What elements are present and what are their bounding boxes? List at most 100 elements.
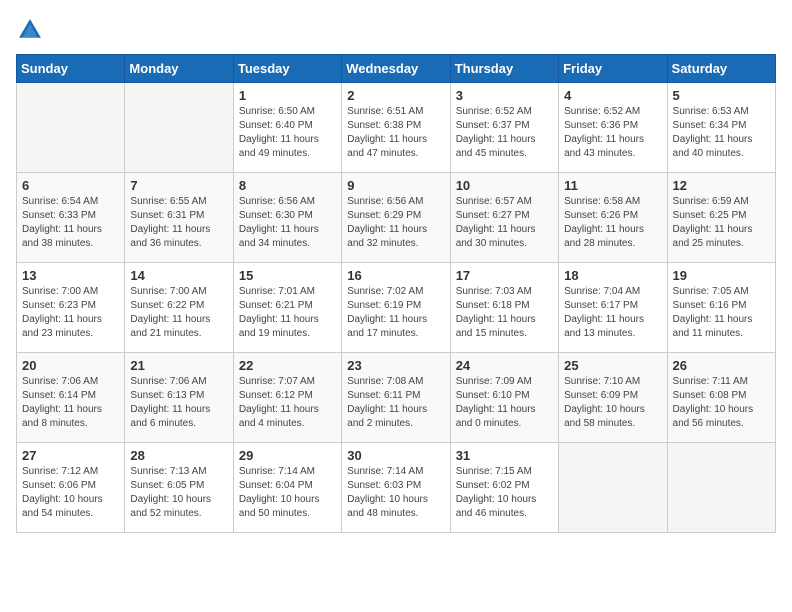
- day-number: 30: [347, 448, 444, 463]
- day-number: 27: [22, 448, 119, 463]
- calendar-cell: 2 Sunrise: 6:51 AMSunset: 6:38 PMDayligh…: [342, 83, 450, 173]
- weekday-header-friday: Friday: [559, 55, 667, 83]
- day-number: 1: [239, 88, 336, 103]
- day-number: 12: [673, 178, 770, 193]
- weekday-header-row: SundayMondayTuesdayWednesdayThursdayFrid…: [17, 55, 776, 83]
- calendar-cell: 30 Sunrise: 7:14 AMSunset: 6:03 PMDaylig…: [342, 443, 450, 533]
- day-number: 15: [239, 268, 336, 283]
- weekday-header-saturday: Saturday: [667, 55, 775, 83]
- weekday-header-monday: Monday: [125, 55, 233, 83]
- day-info: Sunrise: 6:51 AMSunset: 6:38 PMDaylight:…: [347, 105, 444, 161]
- week-row-5: 27 Sunrise: 7:12 AMSunset: 6:06 PMDaylig…: [17, 443, 776, 533]
- calendar-cell: 15 Sunrise: 7:01 AMSunset: 6:21 PMDaylig…: [233, 263, 341, 353]
- day-number: 13: [22, 268, 119, 283]
- day-number: 16: [347, 268, 444, 283]
- day-info: Sunrise: 6:56 AMSunset: 6:29 PMDaylight:…: [347, 195, 444, 251]
- day-info: Sunrise: 7:09 AMSunset: 6:10 PMDaylight:…: [456, 375, 553, 431]
- calendar-cell: 7 Sunrise: 6:55 AMSunset: 6:31 PMDayligh…: [125, 173, 233, 263]
- day-info: Sunrise: 7:15 AMSunset: 6:02 PMDaylight:…: [456, 465, 553, 521]
- day-number: 14: [130, 268, 227, 283]
- calendar-cell: 6 Sunrise: 6:54 AMSunset: 6:33 PMDayligh…: [17, 173, 125, 263]
- day-number: 31: [456, 448, 553, 463]
- calendar-cell: 21 Sunrise: 7:06 AMSunset: 6:13 PMDaylig…: [125, 353, 233, 443]
- page-header: [16, 16, 776, 44]
- weekday-header-sunday: Sunday: [17, 55, 125, 83]
- day-info: Sunrise: 7:06 AMSunset: 6:13 PMDaylight:…: [130, 375, 227, 431]
- day-info: Sunrise: 6:55 AMSunset: 6:31 PMDaylight:…: [130, 195, 227, 251]
- calendar-cell: 28 Sunrise: 7:13 AMSunset: 6:05 PMDaylig…: [125, 443, 233, 533]
- day-number: 7: [130, 178, 227, 193]
- day-info: Sunrise: 7:06 AMSunset: 6:14 PMDaylight:…: [22, 375, 119, 431]
- calendar-cell: 25 Sunrise: 7:10 AMSunset: 6:09 PMDaylig…: [559, 353, 667, 443]
- logo-icon: [16, 16, 44, 44]
- day-info: Sunrise: 6:57 AMSunset: 6:27 PMDaylight:…: [456, 195, 553, 251]
- day-number: 2: [347, 88, 444, 103]
- calendar-cell: [559, 443, 667, 533]
- day-info: Sunrise: 7:12 AMSunset: 6:06 PMDaylight:…: [22, 465, 119, 521]
- calendar-table: SundayMondayTuesdayWednesdayThursdayFrid…: [16, 54, 776, 533]
- calendar-cell: 14 Sunrise: 7:00 AMSunset: 6:22 PMDaylig…: [125, 263, 233, 353]
- calendar-cell: 1 Sunrise: 6:50 AMSunset: 6:40 PMDayligh…: [233, 83, 341, 173]
- calendar-cell: 19 Sunrise: 7:05 AMSunset: 6:16 PMDaylig…: [667, 263, 775, 353]
- calendar-cell: 27 Sunrise: 7:12 AMSunset: 6:06 PMDaylig…: [17, 443, 125, 533]
- day-number: 22: [239, 358, 336, 373]
- calendar-cell: [17, 83, 125, 173]
- calendar-cell: 4 Sunrise: 6:52 AMSunset: 6:36 PMDayligh…: [559, 83, 667, 173]
- day-number: 8: [239, 178, 336, 193]
- calendar-cell: 11 Sunrise: 6:58 AMSunset: 6:26 PMDaylig…: [559, 173, 667, 263]
- day-info: Sunrise: 6:53 AMSunset: 6:34 PMDaylight:…: [673, 105, 770, 161]
- day-info: Sunrise: 7:14 AMSunset: 6:03 PMDaylight:…: [347, 465, 444, 521]
- day-number: 4: [564, 88, 661, 103]
- calendar-cell: 13 Sunrise: 7:00 AMSunset: 6:23 PMDaylig…: [17, 263, 125, 353]
- calendar-cell: 26 Sunrise: 7:11 AMSunset: 6:08 PMDaylig…: [667, 353, 775, 443]
- day-number: 3: [456, 88, 553, 103]
- calendar-cell: 3 Sunrise: 6:52 AMSunset: 6:37 PMDayligh…: [450, 83, 558, 173]
- day-info: Sunrise: 7:13 AMSunset: 6:05 PMDaylight:…: [130, 465, 227, 521]
- day-info: Sunrise: 7:00 AMSunset: 6:22 PMDaylight:…: [130, 285, 227, 341]
- day-info: Sunrise: 7:08 AMSunset: 6:11 PMDaylight:…: [347, 375, 444, 431]
- calendar-cell: 12 Sunrise: 6:59 AMSunset: 6:25 PMDaylig…: [667, 173, 775, 263]
- day-number: 11: [564, 178, 661, 193]
- day-info: Sunrise: 7:01 AMSunset: 6:21 PMDaylight:…: [239, 285, 336, 341]
- day-number: 28: [130, 448, 227, 463]
- day-info: Sunrise: 6:59 AMSunset: 6:25 PMDaylight:…: [673, 195, 770, 251]
- calendar-cell: 31 Sunrise: 7:15 AMSunset: 6:02 PMDaylig…: [450, 443, 558, 533]
- calendar-cell: 18 Sunrise: 7:04 AMSunset: 6:17 PMDaylig…: [559, 263, 667, 353]
- day-info: Sunrise: 7:10 AMSunset: 6:09 PMDaylight:…: [564, 375, 661, 431]
- week-row-1: 1 Sunrise: 6:50 AMSunset: 6:40 PMDayligh…: [17, 83, 776, 173]
- day-info: Sunrise: 7:11 AMSunset: 6:08 PMDaylight:…: [673, 375, 770, 431]
- day-info: Sunrise: 6:52 AMSunset: 6:36 PMDaylight:…: [564, 105, 661, 161]
- day-number: 23: [347, 358, 444, 373]
- day-info: Sunrise: 7:14 AMSunset: 6:04 PMDaylight:…: [239, 465, 336, 521]
- day-number: 6: [22, 178, 119, 193]
- day-number: 26: [673, 358, 770, 373]
- day-number: 17: [456, 268, 553, 283]
- calendar-cell: 29 Sunrise: 7:14 AMSunset: 6:04 PMDaylig…: [233, 443, 341, 533]
- day-number: 20: [22, 358, 119, 373]
- day-info: Sunrise: 6:56 AMSunset: 6:30 PMDaylight:…: [239, 195, 336, 251]
- calendar-cell: 20 Sunrise: 7:06 AMSunset: 6:14 PMDaylig…: [17, 353, 125, 443]
- day-number: 19: [673, 268, 770, 283]
- day-number: 29: [239, 448, 336, 463]
- day-info: Sunrise: 6:52 AMSunset: 6:37 PMDaylight:…: [456, 105, 553, 161]
- calendar-cell: 16 Sunrise: 7:02 AMSunset: 6:19 PMDaylig…: [342, 263, 450, 353]
- day-number: 5: [673, 88, 770, 103]
- day-info: Sunrise: 6:50 AMSunset: 6:40 PMDaylight:…: [239, 105, 336, 161]
- weekday-header-tuesday: Tuesday: [233, 55, 341, 83]
- day-number: 24: [456, 358, 553, 373]
- week-row-2: 6 Sunrise: 6:54 AMSunset: 6:33 PMDayligh…: [17, 173, 776, 263]
- day-info: Sunrise: 7:05 AMSunset: 6:16 PMDaylight:…: [673, 285, 770, 341]
- week-row-3: 13 Sunrise: 7:00 AMSunset: 6:23 PMDaylig…: [17, 263, 776, 353]
- weekday-header-thursday: Thursday: [450, 55, 558, 83]
- calendar-cell: 24 Sunrise: 7:09 AMSunset: 6:10 PMDaylig…: [450, 353, 558, 443]
- day-info: Sunrise: 7:02 AMSunset: 6:19 PMDaylight:…: [347, 285, 444, 341]
- day-info: Sunrise: 6:54 AMSunset: 6:33 PMDaylight:…: [22, 195, 119, 251]
- day-info: Sunrise: 7:07 AMSunset: 6:12 PMDaylight:…: [239, 375, 336, 431]
- day-info: Sunrise: 6:58 AMSunset: 6:26 PMDaylight:…: [564, 195, 661, 251]
- calendar-cell: 10 Sunrise: 6:57 AMSunset: 6:27 PMDaylig…: [450, 173, 558, 263]
- calendar-cell: 17 Sunrise: 7:03 AMSunset: 6:18 PMDaylig…: [450, 263, 558, 353]
- day-number: 9: [347, 178, 444, 193]
- week-row-4: 20 Sunrise: 7:06 AMSunset: 6:14 PMDaylig…: [17, 353, 776, 443]
- calendar-cell: 8 Sunrise: 6:56 AMSunset: 6:30 PMDayligh…: [233, 173, 341, 263]
- day-info: Sunrise: 7:04 AMSunset: 6:17 PMDaylight:…: [564, 285, 661, 341]
